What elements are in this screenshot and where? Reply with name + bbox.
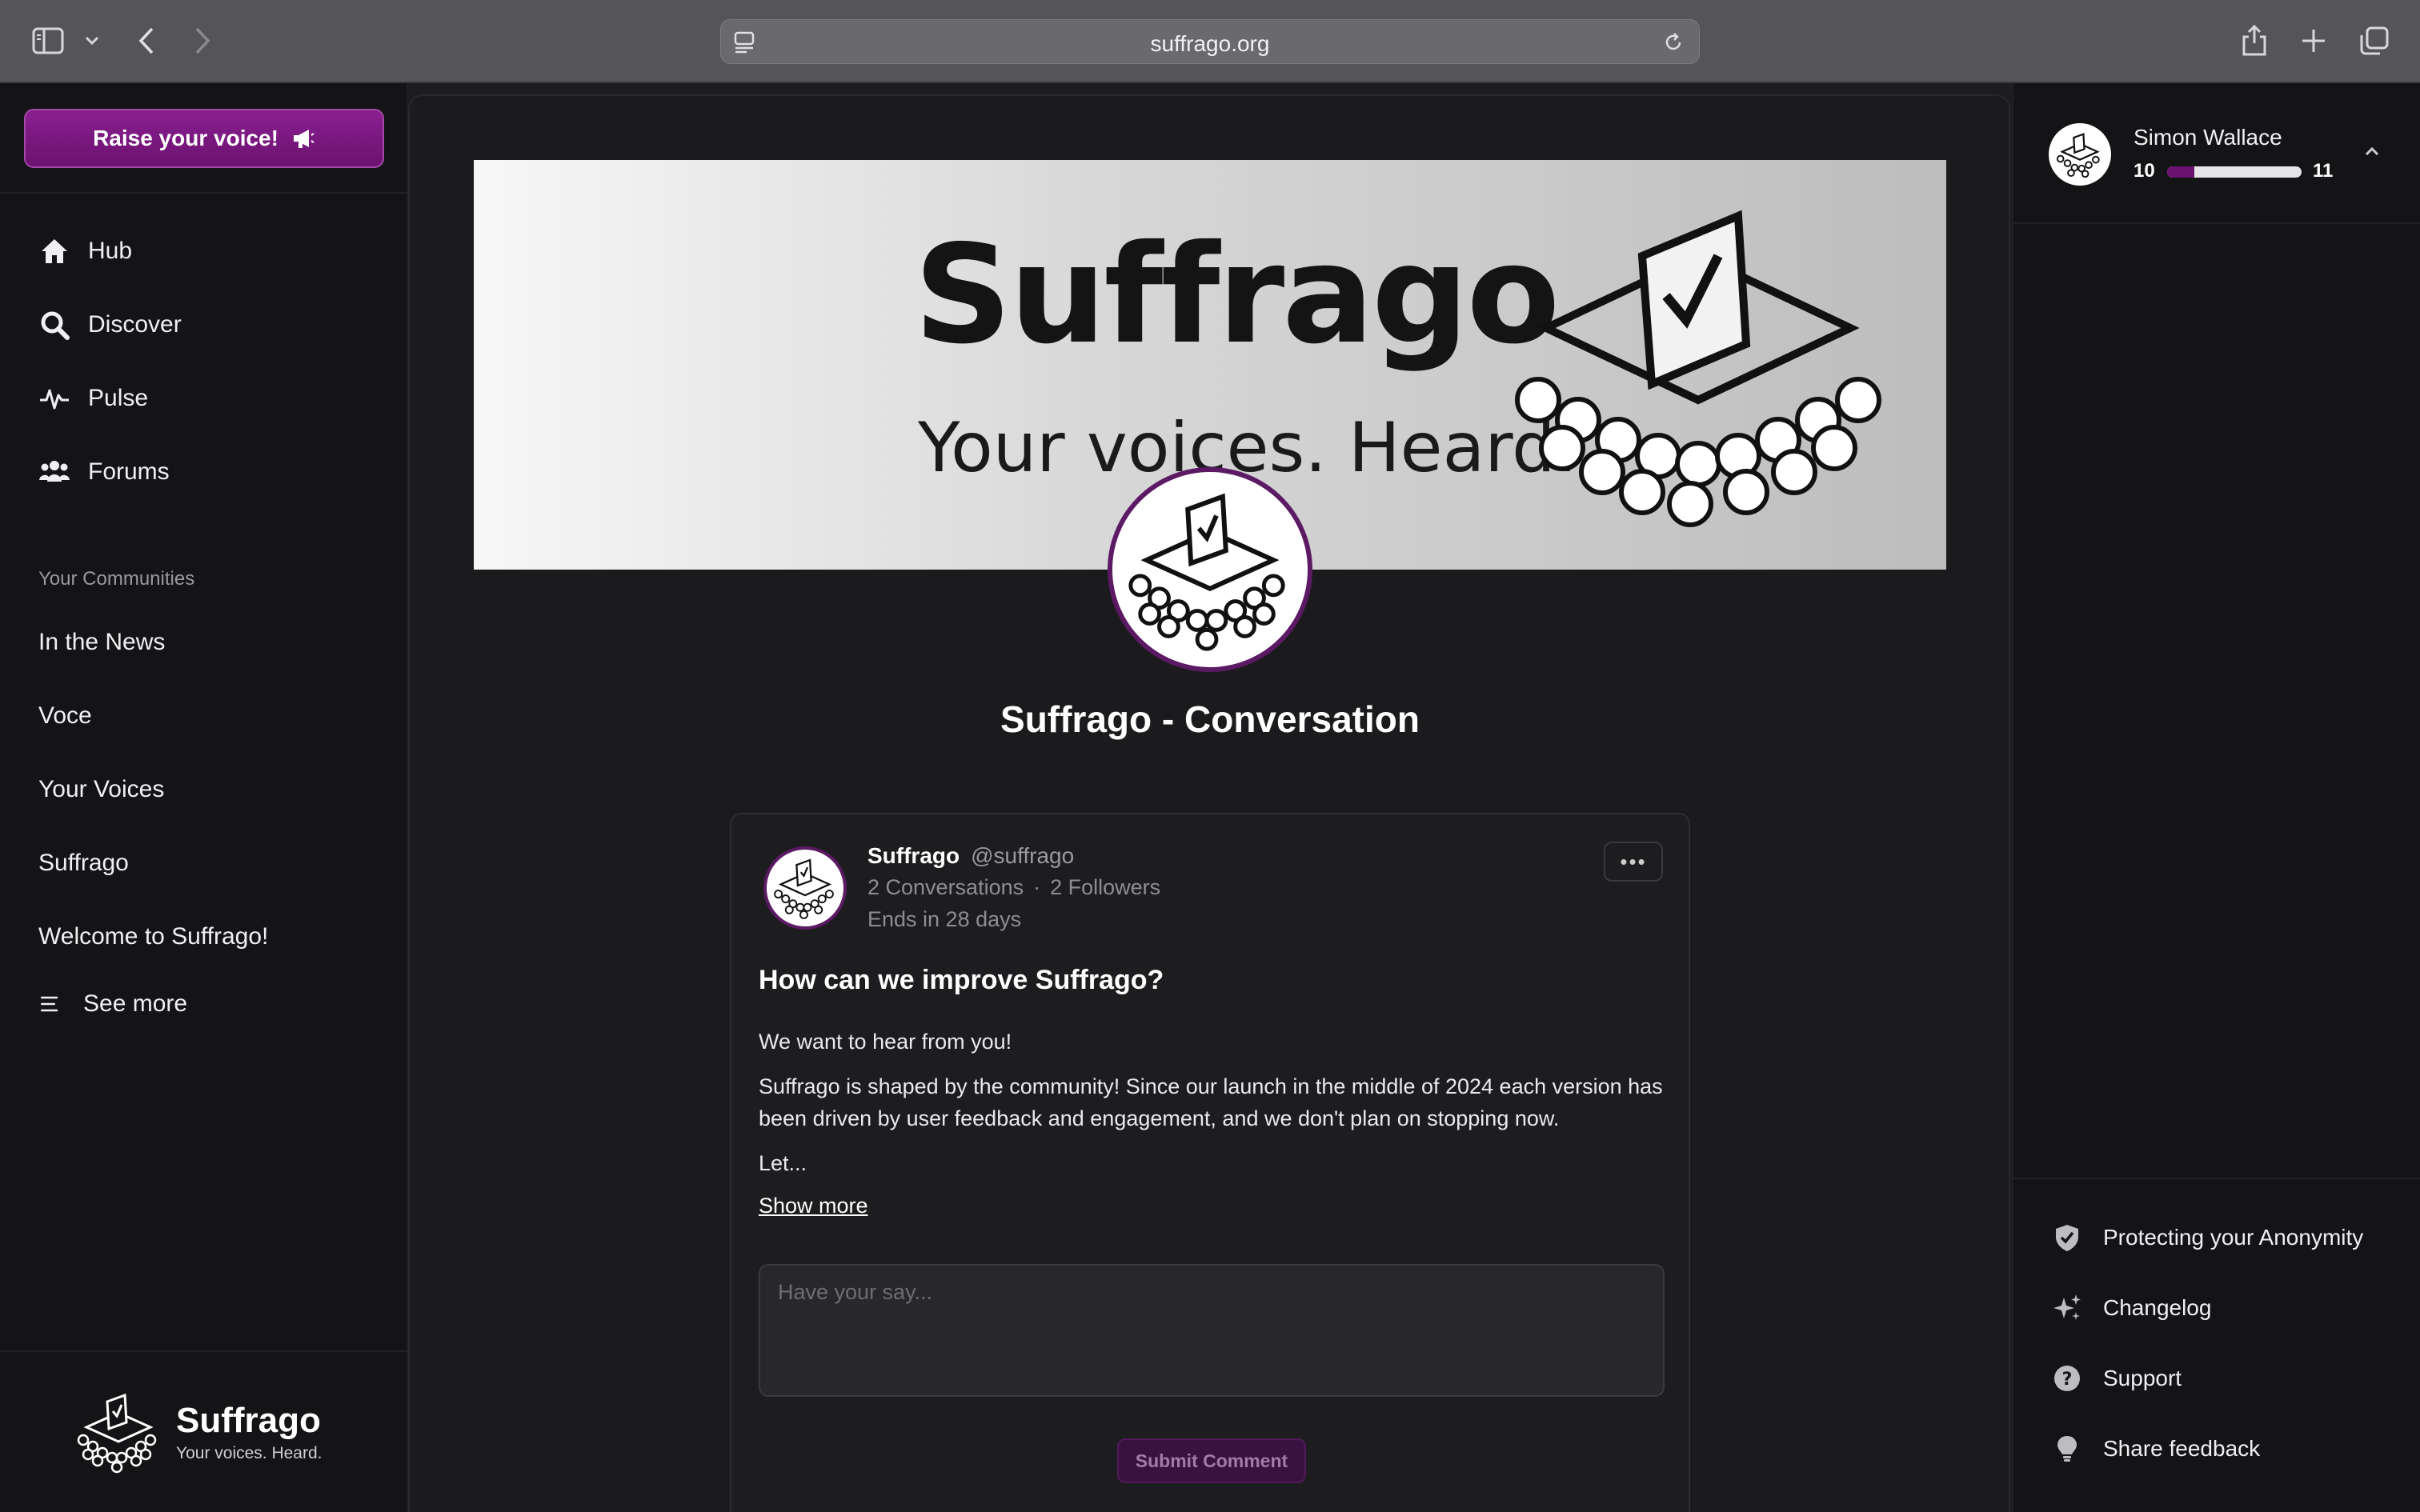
ballot-crowd-icon: [774, 858, 834, 919]
community-welcome[interactable]: Welcome to Suffrago!: [38, 923, 268, 950]
tabs-overview-icon[interactable]: [2359, 26, 2390, 60]
brand-tagline: Your voices. Heard.: [176, 1444, 323, 1462]
banner-title: Suffrago: [914, 216, 1560, 374]
right-panel: Simon Wallace 10 11 Protecting your Anon…: [2012, 83, 2420, 1512]
raise-voice-label: Raise your voice!: [93, 126, 278, 150]
brand-logo[interactable]: Suffrago Your voices. Heard.: [72, 1390, 323, 1474]
level-next: 11: [2313, 160, 2334, 182]
submit-comment-button[interactable]: Submit Comment: [1117, 1438, 1306, 1483]
nav-item-forums[interactable]: Forums: [38, 456, 170, 488]
conversation-card: Suffrago @suffrago 2 Conversations · 2 Foll…: [730, 813, 1690, 1512]
nav-label-hub: Hub: [88, 238, 133, 264]
link-support-label: Support: [2103, 1366, 2182, 1390]
community-voce[interactable]: Voce: [38, 702, 92, 730]
megaphone-icon: [293, 130, 315, 148]
conversation-count: 2 Conversations: [867, 875, 1024, 899]
chevron-up-icon[interactable]: [2362, 142, 2382, 166]
page-title: Suffrago - Conversation: [1000, 698, 1420, 740]
search-icon: [41, 311, 70, 340]
chevron-down-icon[interactable]: [83, 32, 101, 54]
post-paragraph: Suffrago is shaped by the community! Sin…: [759, 1074, 1663, 1130]
ballot-crowd-icon: [1128, 493, 1285, 651]
forward-icon[interactable]: [192, 26, 213, 60]
user-name: Simon Wallace: [2134, 125, 2282, 150]
link-share-feedback[interactable]: Share feedback: [2052, 1434, 2260, 1464]
nav-label-pulse: Pulse: [88, 385, 149, 411]
link-changelog-label: Changelog: [2103, 1295, 2212, 1320]
ballot-box-illustration: [1515, 210, 1881, 527]
community-stats: 2 Conversations · 2 Followers: [867, 875, 1160, 900]
follower-count: 2 Followers: [1050, 875, 1161, 899]
ballot-crowd-icon: [2056, 133, 2100, 178]
home-icon: [42, 239, 67, 263]
see-more-label: See more: [83, 990, 188, 1017]
level-progress-bar: [2167, 166, 2302, 178]
brand-name: Suffrago: [176, 1401, 321, 1440]
share-icon[interactable]: [2241, 22, 2268, 62]
right-panel-divider: [2013, 1178, 2420, 1179]
level-progress-fill: [2167, 166, 2194, 178]
user-avatar: [2049, 123, 2111, 186]
pulse-icon: [40, 389, 69, 410]
question-circle-icon: ?: [2054, 1366, 2080, 1391]
community-in-the-news[interactable]: In the News: [38, 629, 165, 656]
nav-item-discover[interactable]: Discover: [38, 309, 182, 341]
sparkles-icon: [2053, 1294, 2081, 1320]
sidebar-divider: [0, 1350, 408, 1352]
users-icon: [39, 461, 70, 482]
show-more-link[interactable]: Show more: [759, 1194, 868, 1218]
more-options-button[interactable]: •••: [1604, 842, 1663, 882]
author-name[interactable]: Suffrago: [867, 843, 960, 868]
community-suffrago[interactable]: Suffrago: [38, 850, 129, 877]
nav-label-forums: Forums: [88, 458, 170, 485]
ends-in: Ends in 28 days: [867, 907, 1022, 931]
comment-input[interactable]: Have your say...: [759, 1264, 1665, 1397]
link-support[interactable]: ? Support: [2052, 1363, 2182, 1394]
address-bar[interactable]: suffrago.org: [720, 19, 1700, 64]
list-icon: [41, 996, 58, 1012]
post-paragraph: Let...: [759, 1151, 807, 1175]
author-avatar[interactable]: [763, 846, 847, 930]
browser-toolbar: suffrago.org: [0, 0, 2420, 83]
left-sidebar: Raise your voice! Hub Discover Pulse For…: [0, 83, 408, 1512]
sidebar-toggle-icon[interactable]: [32, 27, 64, 58]
raise-voice-button[interactable]: Raise your voice!: [24, 109, 384, 168]
level-current: 10: [2134, 160, 2155, 182]
back-icon[interactable]: [136, 26, 157, 60]
ballot-crowd-icon: [77, 1393, 157, 1474]
reload-icon[interactable]: [1662, 31, 1685, 58]
shield-check-icon: [2056, 1225, 2078, 1251]
community-avatar: [1108, 467, 1312, 672]
author-line: Suffrago @suffrago: [867, 843, 1074, 869]
nav-item-pulse[interactable]: Pulse: [38, 382, 148, 414]
nav-item-hub[interactable]: Hub: [38, 235, 132, 267]
comment-placeholder: Have your say...: [778, 1280, 933, 1304]
author-handle: @suffrago: [971, 843, 1075, 868]
nav-label-discover: Discover: [88, 311, 182, 338]
lightbulb-icon: [2057, 1436, 2077, 1462]
svg-text:?: ?: [2062, 1370, 2073, 1390]
separator-dot: ·: [1033, 875, 1041, 899]
url-text: suffrago.org: [1150, 31, 1270, 56]
community-your-voices[interactable]: Your Voices: [38, 776, 164, 803]
new-tab-icon[interactable]: [2300, 27, 2327, 58]
link-anonymity-label: Protecting your Anonymity: [2103, 1225, 2364, 1250]
post-paragraph: We want to hear from you!: [759, 1030, 1012, 1054]
post-heading: How can we improve Suffrago?: [759, 965, 1164, 995]
link-changelog[interactable]: Changelog: [2052, 1293, 2211, 1323]
see-more-button[interactable]: See more: [38, 990, 187, 1018]
user-card[interactable]: Simon Wallace 10 11: [2013, 83, 2420, 224]
sidebar-divider: [0, 192, 408, 194]
link-share-feedback-label: Share feedback: [2103, 1436, 2261, 1461]
link-anonymity[interactable]: Protecting your Anonymity: [2052, 1222, 2363, 1253]
communities-heading: Your Communities: [38, 568, 195, 590]
